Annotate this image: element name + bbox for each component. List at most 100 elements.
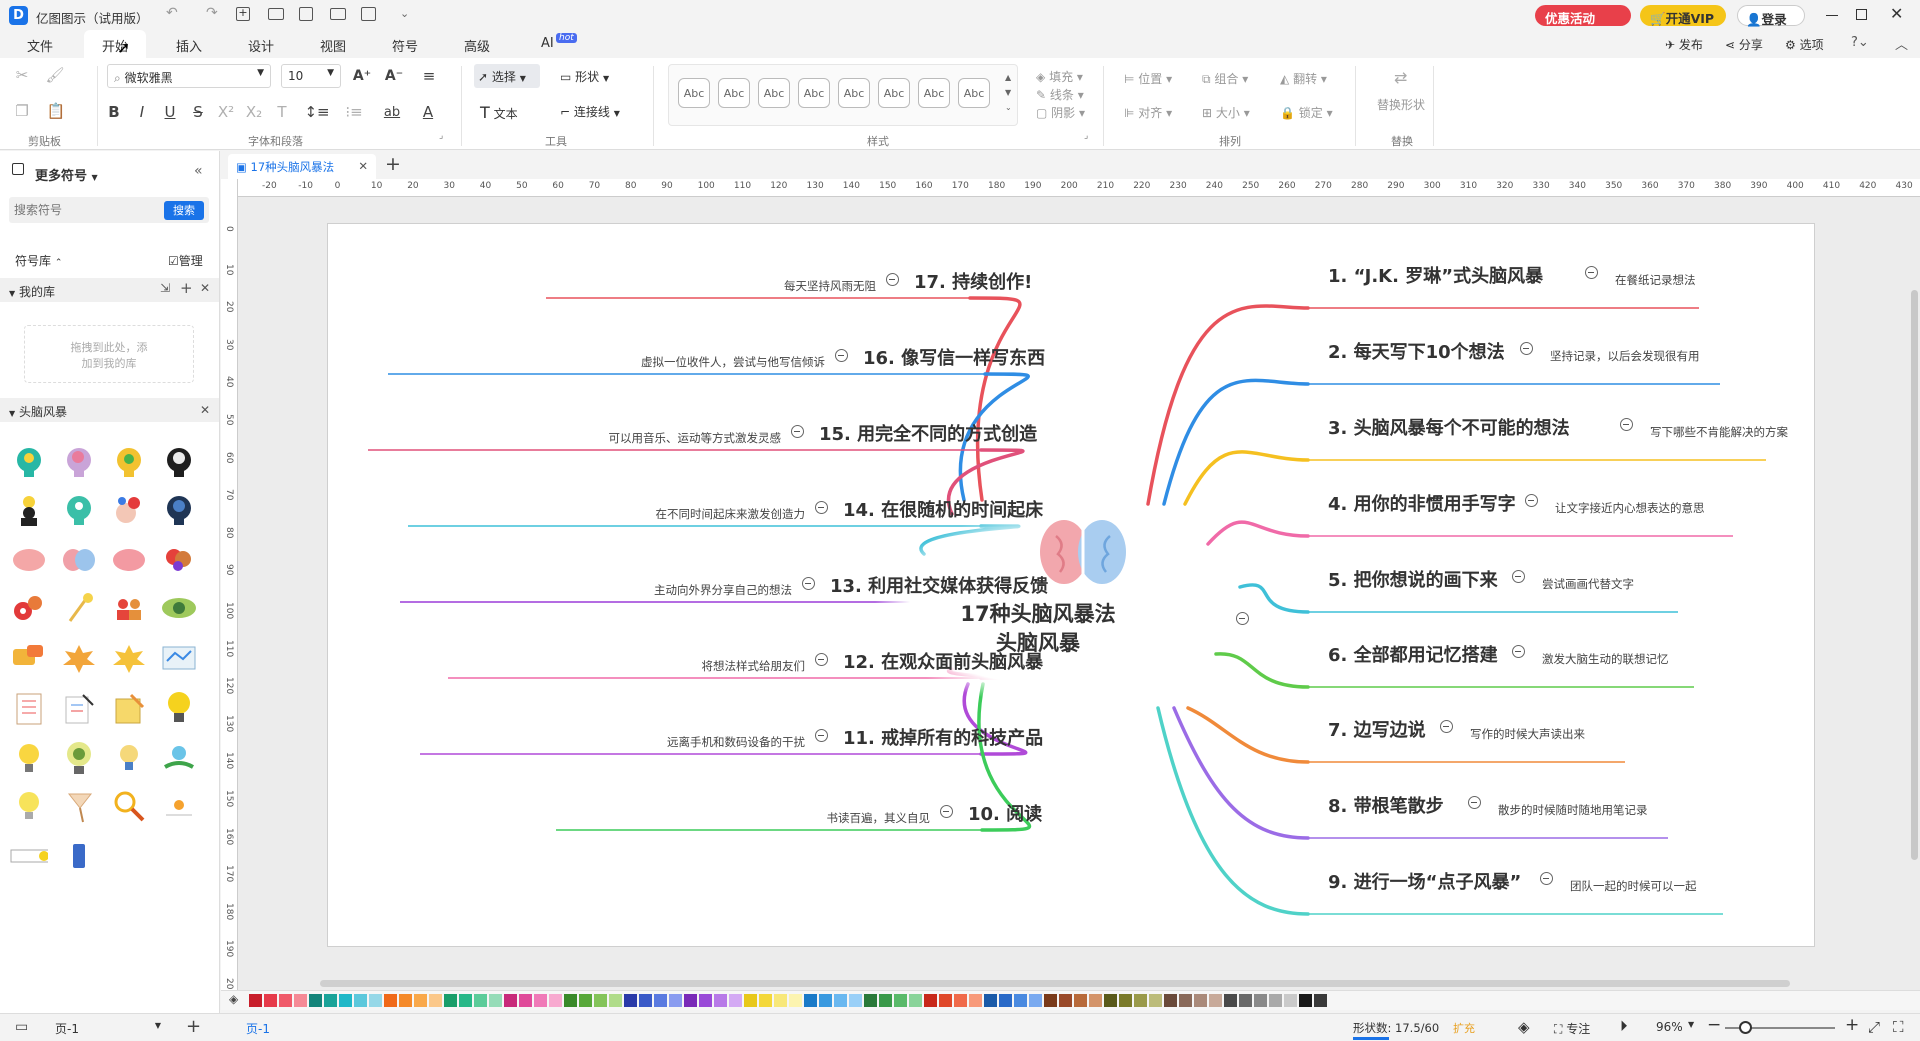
brainstorm-figure-icon[interactable] (110, 491, 148, 529)
menu-symbol[interactable]: 符号 (392, 36, 418, 55)
branch-topic[interactable]: 14. 在很随机的时间起床 (843, 496, 1043, 522)
position-button[interactable]: ⊨ 位置 ▾ (1124, 70, 1172, 87)
font-name-select[interactable]: ⌕ 微软雅黑 ▼ (107, 64, 271, 88)
horizontal-scrollbar[interactable] (320, 980, 1790, 987)
strikethrough-icon[interactable]: S (186, 101, 210, 123)
color-swatch[interactable] (1044, 994, 1057, 1007)
import-icon[interactable]: ⇲ (160, 281, 170, 295)
bullet-list-icon[interactable]: ⁝≡ (342, 101, 366, 123)
collapse-toggle-icon[interactable] (815, 729, 828, 742)
collapse-toggle-icon[interactable] (1620, 418, 1633, 431)
style-swatch[interactable]: Abc (678, 78, 710, 108)
quick-access-dropdown-icon[interactable]: ⌄ (400, 7, 409, 20)
branch-topic[interactable]: 6. 全部都用记忆搭建 (1328, 641, 1498, 667)
vip-button[interactable]: 🛒开通VIP (1640, 5, 1726, 26)
color-swatch[interactable] (1164, 994, 1177, 1007)
branch-topic[interactable]: 4. 用你的非惯用手写字 (1328, 490, 1516, 516)
fill-bucket-icon[interactable]: ◈ (229, 992, 238, 1006)
explosion-idea-icon[interactable] (60, 639, 98, 677)
style-swatch[interactable]: Abc (878, 78, 910, 108)
replace-shape-label[interactable]: 替换形状 (1377, 96, 1425, 113)
zoom-slider-thumb[interactable] (1739, 1021, 1752, 1034)
play-icon[interactable]: ⏵ (1620, 1017, 1628, 1035)
bulb-gears-icon[interactable] (60, 739, 98, 777)
size-button[interactable]: ⊞ 大小 ▾ (1202, 104, 1250, 121)
branch-note[interactable]: 在餐纸记录想法 (1615, 272, 1696, 288)
color-swatch[interactable] (624, 994, 637, 1007)
branch-topic[interactable]: 8. 带根笔散步 (1328, 792, 1444, 818)
branch-note[interactable]: 每天坚持风雨无阻 (784, 278, 876, 294)
color-swatch[interactable] (429, 994, 442, 1007)
color-swatch[interactable] (684, 994, 697, 1007)
checklist-icon[interactable] (10, 689, 48, 727)
color-swatch[interactable] (339, 994, 352, 1007)
drawing-page[interactable]: 17种头脑风暴法 头脑风暴 1. “J.K. 罗琳”式头脑风暴 在餐纸记录想法 2.… (327, 223, 1815, 947)
purple-brain-head-icon[interactable] (60, 443, 98, 481)
color-swatch[interactable] (534, 994, 547, 1007)
brain-icon[interactable] (110, 541, 148, 579)
color-swatch[interactable] (1314, 994, 1327, 1007)
redo-icon[interactable]: ↷ (206, 5, 218, 21)
color-swatch[interactable] (489, 994, 502, 1007)
color-swatch[interactable] (939, 994, 952, 1007)
align-icon[interactable]: ≡ (417, 65, 441, 87)
page-selector[interactable]: 页-1 ▼ (55, 1020, 165, 1037)
color-swatch[interactable] (279, 994, 292, 1007)
color-swatch[interactable] (879, 994, 892, 1007)
font-color-icon[interactable]: A (416, 101, 440, 123)
flip-button[interactable]: ◭ 翻转 ▾ (1280, 70, 1327, 87)
gears-icon[interactable] (10, 589, 48, 627)
lightbulb-glow-icon[interactable] (10, 739, 48, 777)
lightbulb-icon[interactable] (160, 689, 198, 727)
color-swatch[interactable] (609, 994, 622, 1007)
color-swatch[interactable] (669, 994, 682, 1007)
color-swatch[interactable] (1014, 994, 1027, 1007)
branch-note[interactable]: 书读百遍，其义自见 (827, 810, 931, 826)
symbol-library-toggle[interactable]: 符号库 ⌃ (15, 252, 62, 269)
bulb-rays-icon[interactable] (10, 787, 48, 825)
fit-page-icon[interactable]: ⤢ (1868, 1018, 1880, 1036)
sun-idea-icon[interactable] (160, 787, 198, 825)
branch-topic[interactable]: 2. 每天写下10个想法 (1328, 338, 1505, 364)
color-swatch[interactable] (294, 994, 307, 1007)
menu-home[interactable]: 开始 (84, 30, 147, 58)
select-tool-button[interactable]: ➚ 选择 ▼ (474, 64, 540, 88)
dialog-launcher-icon[interactable]: ⌟ (439, 131, 443, 141)
clear-format-icon[interactable]: T (270, 101, 294, 123)
zoom-dropdown-icon[interactable]: ▼ (1688, 1020, 1694, 1029)
branch-note[interactable]: 散步的时候随时随地用笔记录 (1498, 802, 1648, 818)
branch-topic[interactable]: 13. 利用社交媒体获得反馈 (830, 572, 1048, 598)
connector-tool-button[interactable]: ⌐ 连接线 ▼ (560, 103, 620, 120)
color-swatch[interactable] (1134, 994, 1147, 1007)
underline-icon[interactable]: U (158, 101, 182, 123)
branch-note[interactable]: 写作的时候大声读出来 (1470, 726, 1585, 742)
color-swatch[interactable] (264, 994, 277, 1007)
collapse-toggle-icon[interactable] (815, 501, 828, 514)
collapse-toggle-icon[interactable] (802, 577, 815, 590)
paste-icon[interactable]: 📋 (44, 100, 68, 122)
color-swatch[interactable] (249, 994, 262, 1007)
eye-gear-icon[interactable] (160, 589, 198, 627)
close-icon[interactable]: ✕ (200, 281, 210, 295)
style-swatch[interactable]: Abc (798, 78, 830, 108)
cut-icon[interactable]: ✂ (10, 64, 34, 86)
page-tab[interactable]: 页-1 (246, 1020, 270, 1037)
branch-topic[interactable]: 5. 把你想说的画下来 (1328, 566, 1498, 592)
drawing-canvas[interactable]: 17种头脑风暴法 头脑风暴 1. “J.K. 罗琳”式头脑风暴 在餐纸记录想法 2.… (238, 197, 1920, 990)
color-swatch[interactable] (309, 994, 322, 1007)
collapse-toggle-icon[interactable] (1512, 645, 1525, 658)
color-swatch[interactable] (849, 994, 862, 1007)
section-toggle[interactable]: ▼ 头脑风暴 (9, 403, 67, 420)
collapse-ribbon-icon[interactable]: ︿ (1895, 34, 1908, 53)
help-icon[interactable]: ?⌄ (1851, 35, 1869, 50)
menu-insert[interactable]: 插入 (176, 36, 202, 55)
share-button[interactable]: ⋖ 分享 (1725, 36, 1763, 53)
more-symbols-button[interactable]: 更多符号 ▼ (35, 165, 98, 184)
branch-note[interactable]: 将想法样式给朋友们 (702, 658, 806, 674)
speech-question-icon[interactable] (10, 639, 48, 677)
branch-note[interactable]: 让文字接近内心想表达的意思 (1555, 500, 1705, 516)
person-bulb-icon[interactable] (10, 491, 48, 529)
color-swatch[interactable] (699, 994, 712, 1007)
color-swatch[interactable] (474, 994, 487, 1007)
color-swatch[interactable] (519, 994, 532, 1007)
